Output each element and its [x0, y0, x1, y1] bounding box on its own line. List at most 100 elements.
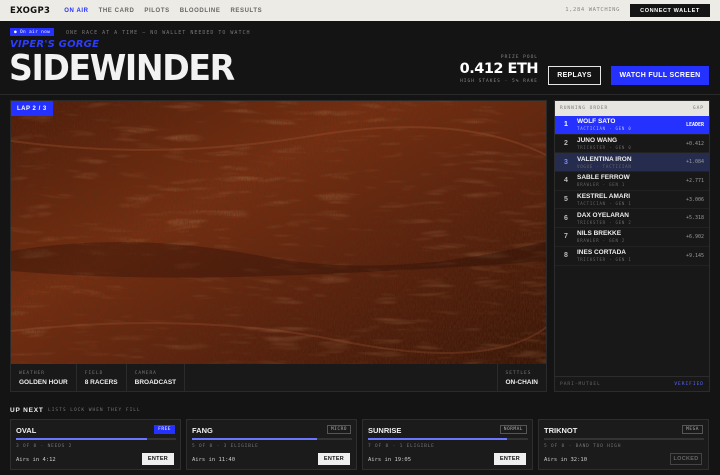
racer-name: INES CORTADA	[577, 249, 626, 257]
racer-row[interactable]: 5 KESTREL AMARI TACTICIAN · GEN 1 +3.006	[555, 191, 709, 210]
prize-pool-sub: HIGH STAKES · 5% RAKE	[460, 79, 538, 84]
gap-header: GAP	[692, 106, 704, 111]
race-card-name: TRIKNOT	[544, 426, 578, 435]
racer-position: 8	[564, 252, 568, 260]
verified-link[interactable]: VERIFIED	[674, 382, 704, 387]
race-card-meta: 5 OF 8 · BAND TOO HIGH	[544, 444, 622, 449]
field-label: FIELD	[84, 371, 104, 376]
nav-pilots[interactable]: PILOTS	[144, 8, 169, 14]
fill-progress	[192, 438, 352, 440]
running-order-footer: PARI-MUTUEL VERIFIED	[555, 376, 709, 391]
locked-button: LOCKED	[670, 453, 702, 465]
racer-name: KESTREL AMARI	[577, 193, 631, 201]
race-card-time: Airs in 19:05	[368, 457, 412, 463]
up-next-subtitle: LISTS LOCK WHEN THEY FILL	[48, 408, 141, 413]
racer-class: TACTICIAN · GEN 0	[577, 126, 632, 132]
nav-on-air[interactable]: ON AIR	[64, 8, 88, 14]
racer-row[interactable]: 1 WOLF SATO TACTICIAN · GEN 0 LEADER	[555, 116, 709, 135]
racer-name: VALENTINA IRON	[577, 155, 632, 163]
racer-class: BRAWLER · GEN 2	[577, 238, 626, 244]
racer-gap: LEADER	[685, 121, 704, 128]
running-order-header: RUNNING ORDER GAP	[555, 101, 709, 116]
prize-pool-value: 0.412 ETH	[459, 61, 539, 77]
race-card-time: Airs in 4:12	[16, 457, 56, 463]
racer-name: NILS BREKKE	[577, 230, 622, 238]
racer-gap: +2.771	[685, 177, 704, 184]
header-divider	[0, 94, 720, 95]
racer-gap: +5.318	[685, 215, 704, 222]
racer-gap: +3.006	[685, 196, 704, 203]
fill-progress	[16, 438, 176, 440]
nav-links: ON AIR THE CARD PILOTS BLOODLINE RESULTS	[64, 8, 262, 14]
race-title: SIDEWINDER	[9, 48, 235, 89]
fill-progress-bar	[16, 438, 148, 440]
racer-class: BRAWLER · GEN 1	[577, 182, 626, 188]
settles-info: SETTLES ON-CHAIN	[496, 364, 547, 391]
racer-position: 6	[564, 214, 568, 222]
fill-progress	[368, 438, 528, 440]
prize-pool-label: PRIZE POOL	[500, 55, 538, 60]
nav-the-card[interactable]: THE CARD	[99, 8, 135, 14]
racer-position: 3	[564, 158, 568, 166]
camera-info: CAMERA BROADCAST	[127, 364, 186, 391]
stakes-badge: FREE	[154, 425, 175, 434]
racer-class: VOGUE · TACTICIAN	[577, 163, 632, 169]
nav-results[interactable]: RESULTS	[230, 8, 262, 14]
racer-name: DAX OYELARAN	[577, 211, 630, 219]
lap-badge: LAP 2 / 3	[11, 101, 53, 116]
racer-position: 7	[564, 233, 568, 241]
connect-wallet-button[interactable]: CONNECT WALLET	[630, 4, 710, 17]
race-card-triknot[interactable]: TRIKNOT MEGA 5 OF 8 · BAND TOO HIGH Airs…	[538, 419, 709, 470]
nav-bloodline[interactable]: BLOODLINE	[180, 8, 221, 14]
racer-gap: +6.902	[685, 233, 704, 240]
race-info-bar: WEATHER GOLDEN HOUR FIELD 8 RACERS CAMER…	[11, 364, 546, 391]
race-card-name: OVAL	[16, 426, 37, 435]
race-card-oval[interactable]: OVAL FREE 3 OF 8 · NEEDS 2 Airs in 4:12 …	[10, 419, 181, 470]
racer-position: 2	[564, 140, 568, 148]
settles-label: SETTLES	[505, 371, 532, 376]
racer-gap: +9.145	[685, 252, 704, 259]
enter-button[interactable]: ENTER	[142, 453, 174, 465]
race-card-sunrise[interactable]: SUNRISE NORMAL 7 OF 8 · 1 ELIGIBLE Airs …	[362, 419, 533, 470]
logo[interactable]: EXOGP3	[10, 6, 50, 16]
racer-class: TRICKSTER · GEN 0	[577, 145, 632, 151]
racer-row[interactable]: 4 SABLE FERROW BRAWLER · GEN 1 +2.771	[555, 172, 709, 191]
racer-gap: +1.084	[685, 159, 704, 166]
racer-name: JUNO WANG	[577, 137, 618, 145]
weather-info: WEATHER GOLDEN HOUR	[11, 364, 77, 391]
pari-mutuel-label: PARI-MUTUEL	[560, 381, 601, 387]
race-card-time: Airs in 11:40	[192, 457, 236, 463]
canyon-image	[11, 101, 546, 391]
racer-position: 4	[564, 177, 568, 185]
racer-gap: +0.412	[685, 140, 704, 147]
viewer-count: 1,284 WATCHING	[565, 7, 620, 13]
racer-row[interactable]: 8 INES CORTADA TRICKSTER · GEN 1 +9.145	[555, 247, 709, 266]
racer-position: 1	[564, 121, 568, 129]
racer-class: TRICKSTER · GEN 1	[577, 257, 632, 263]
replays-button[interactable]: REPLAYS	[548, 66, 601, 85]
field-value: 8 RACERS	[84, 379, 118, 386]
enter-button[interactable]: ENTER	[494, 453, 526, 465]
stakes-badge: NORMAL	[499, 425, 527, 434]
racer-position: 5	[564, 196, 568, 204]
enter-button[interactable]: ENTER	[318, 453, 350, 465]
fill-progress-bar	[192, 438, 317, 440]
tagline: ONE RACE AT A TIME — NO WALLET NEEDED TO…	[66, 29, 251, 36]
stakes-badge: MICRO	[326, 425, 351, 434]
race-card-meta: 7 OF 8 · 1 ELIGIBLE	[368, 444, 435, 449]
racer-row[interactable]: 7 NILS BREKKE BRAWLER · GEN 2 +6.902	[555, 228, 709, 247]
racer-row[interactable]: 6 DAX OYELARAN TRICKSTER · GEN 2 +5.318	[555, 209, 709, 229]
running-order-panel: RUNNING ORDER GAP 1 WOLF SATO TACTICIAN ·…	[554, 100, 710, 392]
racer-name: SABLE FERROW	[577, 174, 630, 182]
race-card-name: FANG	[192, 426, 213, 435]
camera-value: BROADCAST	[134, 379, 177, 386]
top-nav: EXOGP3 ON AIR THE CARD PILOTS BLOODLINE …	[0, 0, 720, 21]
race-card-time: Airs in 32:10	[544, 457, 588, 463]
race-card-fang[interactable]: FANG MICRO 5 OF 8 · 3 ELIGIBLE Airs in 1…	[186, 419, 357, 470]
race-video[interactable]	[10, 100, 547, 392]
racer-row[interactable]: 3 VALENTINA IRON VOGUE · TACTICIAN +1.084	[555, 153, 709, 173]
racer-row[interactable]: 2 JUNO WANG TRICKSTER · GEN 0 +0.412	[555, 135, 709, 154]
racer-name: WOLF SATO	[577, 118, 616, 126]
weather-value: GOLDEN HOUR	[19, 379, 68, 386]
watch-full-screen-button[interactable]: WATCH FULL SCREEN	[611, 66, 709, 85]
